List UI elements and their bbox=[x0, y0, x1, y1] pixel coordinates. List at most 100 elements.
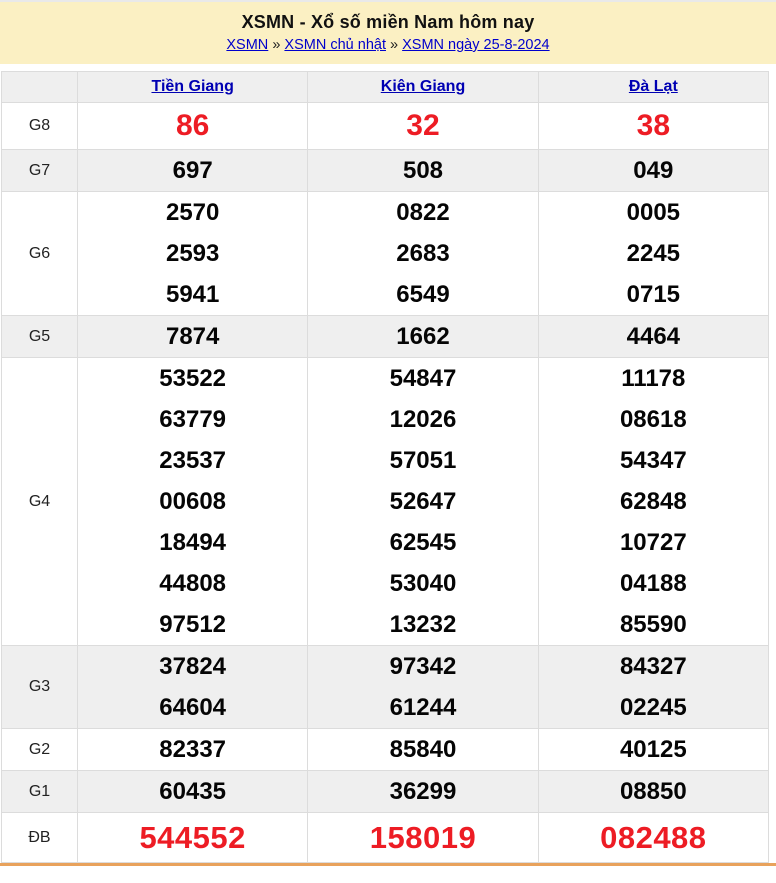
result-cell: 53522637792353700608184944480897512 bbox=[78, 358, 308, 646]
column-header: Kiên Giang bbox=[308, 72, 538, 103]
breadcrumb-separator: » bbox=[268, 37, 284, 53]
prize-label: G8 bbox=[2, 103, 78, 150]
prize-label: G6 bbox=[2, 192, 78, 316]
result-number: 0715 bbox=[539, 274, 768, 315]
result-number: 5941 bbox=[78, 274, 307, 315]
result-number: 84327 bbox=[539, 646, 768, 687]
result-number: 40125 bbox=[539, 729, 768, 770]
breadcrumb-link[interactable]: XSMN ngày 25-8-2024 bbox=[402, 37, 550, 53]
result-cell: 54847120265705152647625455304013232 bbox=[308, 358, 538, 646]
result-number: 97512 bbox=[78, 604, 307, 645]
province-link[interactable]: Kiên Giang bbox=[381, 78, 465, 95]
breadcrumb-link[interactable]: XSMN bbox=[226, 37, 268, 53]
result-number: 10727 bbox=[539, 522, 768, 563]
result-cell: 158019 bbox=[308, 813, 538, 863]
result-number: 04188 bbox=[539, 563, 768, 604]
result-number: 97342 bbox=[308, 646, 537, 687]
result-cell: 40125 bbox=[538, 729, 768, 771]
result-number: 18494 bbox=[78, 522, 307, 563]
corner-cell bbox=[2, 72, 78, 103]
page-title: XSMN - Xổ số miền Nam hôm nay bbox=[0, 12, 776, 33]
result-cell: 3782464604 bbox=[78, 646, 308, 729]
result-number: 2245 bbox=[539, 233, 768, 274]
result-number: 82337 bbox=[78, 729, 307, 770]
result-number: 23537 bbox=[78, 440, 307, 481]
result-cell: 082226836549 bbox=[308, 192, 538, 316]
breadcrumb: XSMN » XSMN chủ nhật » XSMN ngày 25-8-20… bbox=[0, 37, 776, 53]
result-cell: 85840 bbox=[308, 729, 538, 771]
result-number: 85590 bbox=[539, 604, 768, 645]
result-number: 57051 bbox=[308, 440, 537, 481]
result-cell: 32 bbox=[308, 103, 538, 150]
result-cell: 508 bbox=[308, 150, 538, 192]
prize-label: G7 bbox=[2, 150, 78, 192]
result-number: 11178 bbox=[539, 358, 768, 399]
province-link[interactable]: Tiền Giang bbox=[151, 78, 233, 95]
prize-label: G3 bbox=[2, 646, 78, 729]
result-number: 61244 bbox=[308, 687, 537, 728]
column-header-row: Tiền Giang Kiên Giang Đà Lạt bbox=[2, 72, 769, 103]
prize-label: ĐB bbox=[2, 813, 78, 863]
result-number: 00608 bbox=[78, 481, 307, 522]
result-cell: 7874 bbox=[78, 316, 308, 358]
result-number: 86 bbox=[78, 103, 307, 149]
result-cell: 1662 bbox=[308, 316, 538, 358]
result-cell: 86 bbox=[78, 103, 308, 150]
result-number: 63779 bbox=[78, 399, 307, 440]
result-number: 02245 bbox=[539, 687, 768, 728]
result-cell: 60435 bbox=[78, 771, 308, 813]
result-row: G453522637792353700608184944480897512548… bbox=[2, 358, 769, 646]
result-cell: 697 bbox=[78, 150, 308, 192]
result-number: 0005 bbox=[539, 192, 768, 233]
result-number: 44808 bbox=[78, 563, 307, 604]
result-number: 508 bbox=[308, 150, 537, 191]
result-number: 2683 bbox=[308, 233, 537, 274]
result-number: 85840 bbox=[308, 729, 537, 770]
results-body: G8863238G7697508049G62570259359410822268… bbox=[2, 103, 769, 863]
result-cell: 257025935941 bbox=[78, 192, 308, 316]
column-header: Đà Lạt bbox=[538, 72, 768, 103]
result-number: 53522 bbox=[78, 358, 307, 399]
breadcrumb-separator: » bbox=[386, 37, 402, 53]
result-number: 62848 bbox=[539, 481, 768, 522]
column-header: Tiền Giang bbox=[78, 72, 308, 103]
result-number: 13232 bbox=[308, 604, 537, 645]
result-number: 08850 bbox=[539, 771, 768, 812]
result-number: 62545 bbox=[308, 522, 537, 563]
prize-label: G2 bbox=[2, 729, 78, 771]
result-cell: 4464 bbox=[538, 316, 768, 358]
result-number: 53040 bbox=[308, 563, 537, 604]
result-cell: 9734261244 bbox=[308, 646, 538, 729]
result-row: G1604353629908850 bbox=[2, 771, 769, 813]
result-number: 37824 bbox=[78, 646, 307, 687]
result-number: 64604 bbox=[78, 687, 307, 728]
result-number: 52647 bbox=[308, 481, 537, 522]
result-cell: 082488 bbox=[538, 813, 768, 863]
result-number: 0822 bbox=[308, 192, 537, 233]
province-link[interactable]: Đà Lạt bbox=[629, 78, 678, 95]
result-number: 4464 bbox=[539, 316, 768, 357]
result-cell: 11178086185434762848107270418885590 bbox=[538, 358, 768, 646]
result-row: G2823378584040125 bbox=[2, 729, 769, 771]
prize-label: G5 bbox=[2, 316, 78, 358]
result-row: G3378246460497342612448432702245 bbox=[2, 646, 769, 729]
bottom-divider bbox=[0, 863, 776, 866]
result-cell: 000522450715 bbox=[538, 192, 768, 316]
page-header: XSMN - Xổ số miền Nam hôm nay XSMN » XSM… bbox=[0, 2, 776, 64]
result-number: 2570 bbox=[78, 192, 307, 233]
result-row: G5787416624464 bbox=[2, 316, 769, 358]
breadcrumb-link[interactable]: XSMN chủ nhật bbox=[284, 37, 386, 53]
result-cell: 8432702245 bbox=[538, 646, 768, 729]
result-row: G7697508049 bbox=[2, 150, 769, 192]
result-cell: 544552 bbox=[78, 813, 308, 863]
result-number: 082488 bbox=[539, 813, 768, 862]
result-number: 54847 bbox=[308, 358, 537, 399]
result-row: ĐB544552158019082488 bbox=[2, 813, 769, 863]
result-number: 544552 bbox=[78, 813, 307, 862]
result-cell: 38 bbox=[538, 103, 768, 150]
result-number: 54347 bbox=[539, 440, 768, 481]
prize-label: G1 bbox=[2, 771, 78, 813]
result-number: 38 bbox=[539, 103, 768, 149]
result-number: 2593 bbox=[78, 233, 307, 274]
lottery-results-table: Tiền GiangKiên GiangĐà Lạt G8863238G7697… bbox=[1, 71, 769, 863]
